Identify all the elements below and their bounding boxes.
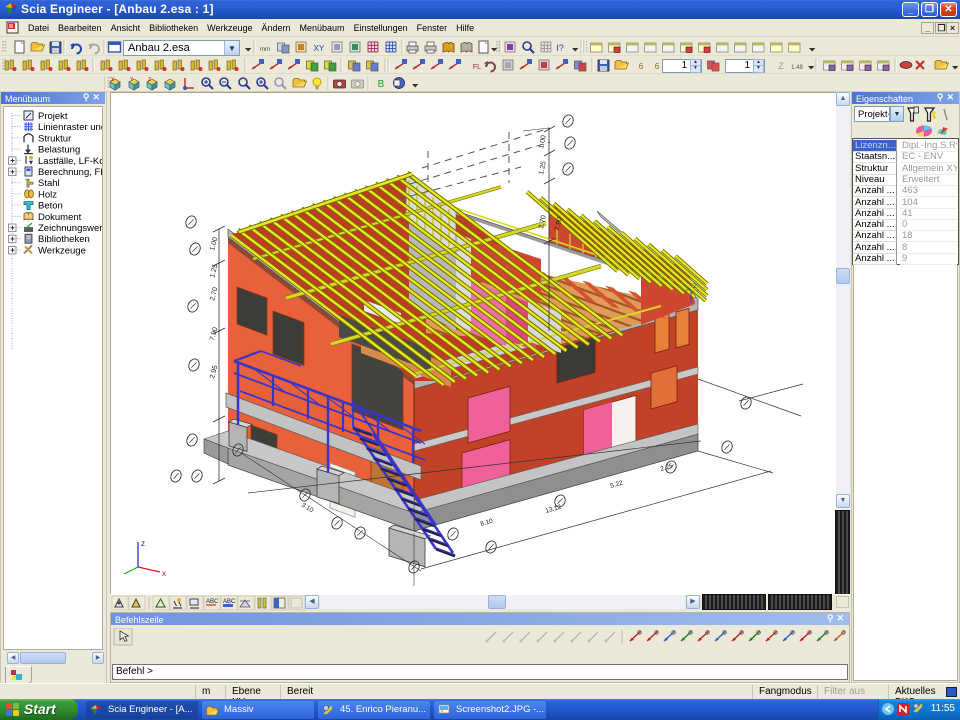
svg-text:2: 2 — [685, 286, 689, 293]
svg-text:1.48: 1.48 — [791, 65, 803, 71]
svg-text:B: B — [378, 79, 385, 90]
svg-text:1.00: 1.00 — [538, 135, 548, 150]
svg-text:2.95: 2.95 — [209, 364, 219, 379]
svg-text:1.25: 1.25 — [538, 161, 548, 176]
svg-text:z: z — [141, 539, 145, 548]
svg-text:6: 6 — [639, 62, 644, 71]
svg-text:Berechnung, FE-N: Berechnung, FE-N — [38, 167, 103, 178]
svg-text:x: x — [162, 569, 166, 578]
svg-text:1.25: 1.25 — [209, 263, 219, 278]
svg-text:2: 2 — [693, 283, 697, 290]
svg-text:6: 6 — [655, 62, 660, 71]
svg-text:Z: Z — [778, 61, 784, 71]
svg-text:Dokument: Dokument — [38, 212, 82, 223]
svg-text:5.22: 5.22 — [610, 480, 624, 490]
svg-text:mm: mm — [260, 47, 270, 53]
svg-text:Beton: Beton — [38, 201, 63, 212]
svg-text:Z: Z — [148, 77, 151, 83]
svg-text:XY: XY — [314, 44, 325, 53]
svg-text:Werkzeuge: Werkzeuge — [38, 245, 86, 256]
svg-text:FL: FL — [473, 64, 481, 71]
svg-text:ABC: ABC — [206, 599, 219, 605]
svg-text:3.10: 3.10 — [300, 502, 315, 515]
svg-text:Struktur: Struktur — [38, 133, 71, 144]
svg-text:2.70: 2.70 — [209, 286, 219, 301]
svg-text:8.10: 8.10 — [480, 518, 494, 528]
svg-text:7.90: 7.90 — [209, 326, 219, 341]
svg-text:Zeichnungswerkz: Zeichnungswerkz — [38, 223, 103, 234]
svg-text:1.00: 1.00 — [209, 236, 219, 251]
svg-text:Lastfälle, LF-Komb: Lastfälle, LF-Komb — [38, 156, 103, 167]
svg-text:13.12: 13.12 — [545, 504, 563, 515]
svg-text:Bibliotheken: Bibliotheken — [38, 234, 90, 245]
svg-text:Belastung: Belastung — [38, 145, 80, 156]
svg-text:Projekt: Projekt — [38, 111, 68, 122]
svg-text:Holz: Holz — [38, 189, 57, 200]
svg-text:Linienraster und G: Linienraster und G — [38, 122, 103, 133]
svg-text:2.70: 2.70 — [538, 215, 548, 230]
svg-text:Stahl: Stahl — [38, 178, 60, 189]
svg-text:I?: I? — [556, 43, 564, 53]
